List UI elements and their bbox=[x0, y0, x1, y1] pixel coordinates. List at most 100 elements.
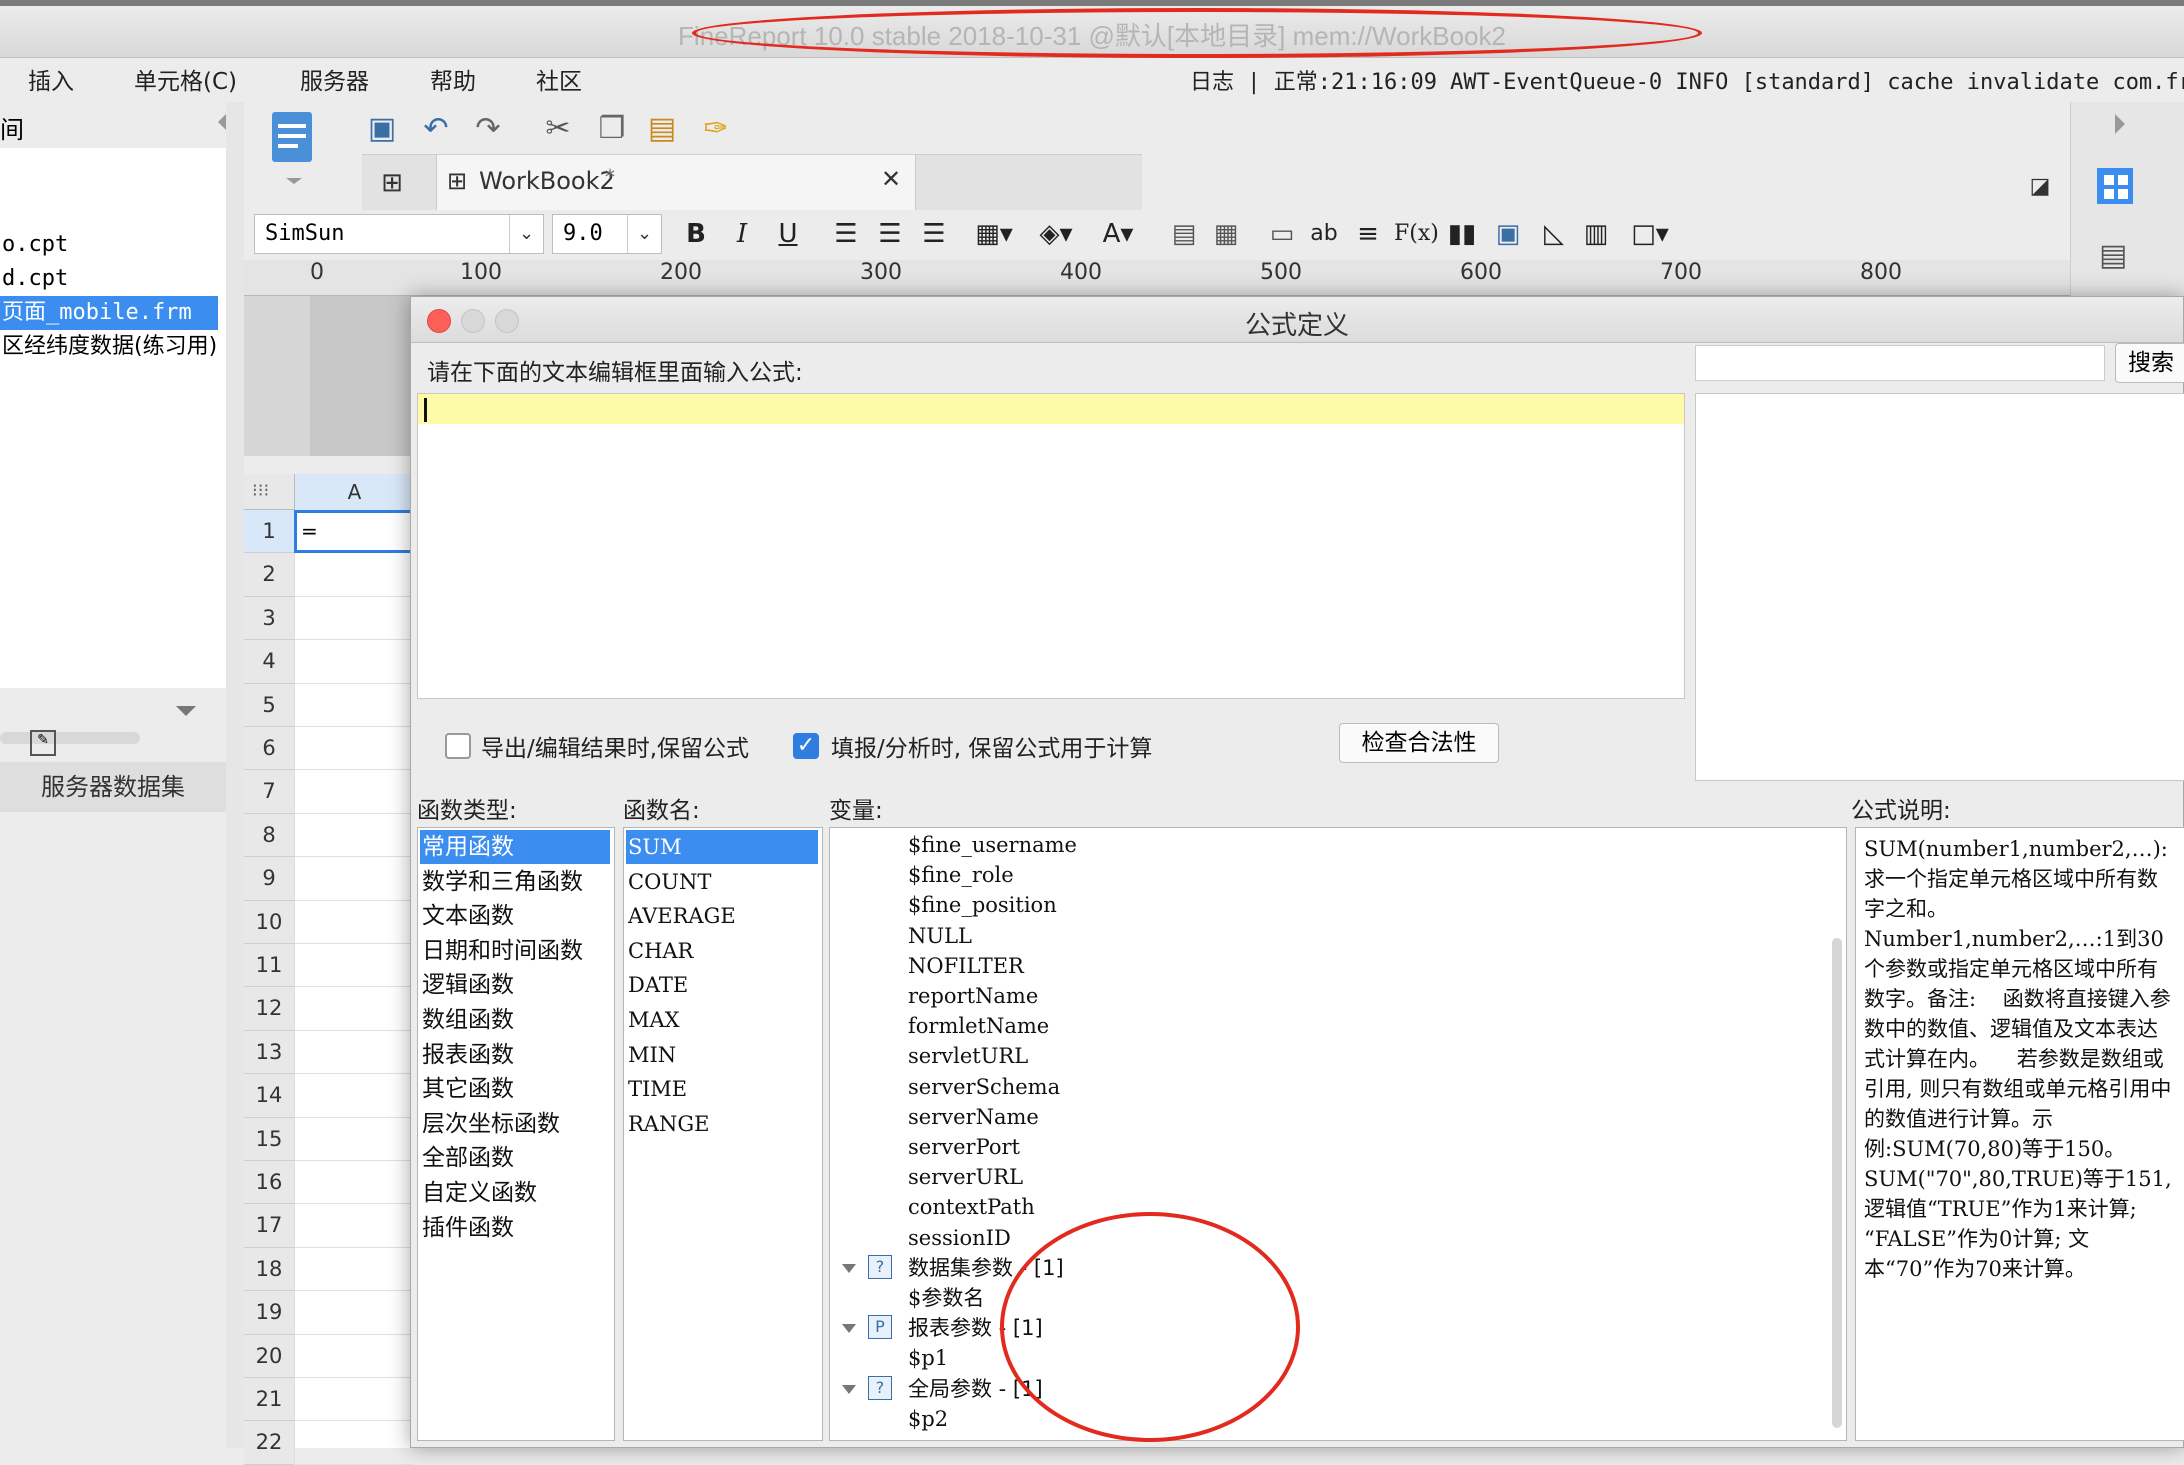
row-header[interactable]: 9 bbox=[244, 857, 294, 901]
cell-attributes-icon[interactable] bbox=[2097, 168, 2133, 204]
func-type-list[interactable]: 常用函数 数学和三角函数 文本函数 日期和时间函数 逻辑函数 数组函数 报表函数 其它函数 层次… bbox=[417, 827, 615, 1441]
paste-icon[interactable]: ▤ bbox=[644, 110, 680, 146]
grid-cell[interactable] bbox=[294, 1334, 414, 1378]
variable-item[interactable]: NOFILTER bbox=[906, 951, 1024, 981]
file-tree-scrollbar[interactable] bbox=[0, 732, 140, 744]
insert-widget-icon[interactable]: ▭ bbox=[1264, 216, 1300, 252]
fill-keep-formula-checkbox[interactable]: ✓ bbox=[793, 733, 819, 759]
func-type-item[interactable]: 日期和时间函数 bbox=[420, 934, 610, 968]
redo-icon[interactable]: ↷ bbox=[470, 110, 506, 146]
merge-cells-icon[interactable]: ▤ bbox=[1166, 216, 1202, 252]
grid-cell[interactable] bbox=[294, 770, 414, 814]
row-header[interactable]: 2 bbox=[244, 553, 294, 597]
cell-a1[interactable]: = bbox=[294, 510, 414, 554]
row-header[interactable]: 22 bbox=[244, 1421, 294, 1465]
new-report-icon[interactable] bbox=[266, 106, 322, 206]
file-item[interactable]: 区经纬度数据(练习用) bbox=[0, 330, 217, 364]
func-name-item[interactable]: CHAR bbox=[626, 934, 818, 968]
row-header[interactable]: 21 bbox=[244, 1378, 294, 1422]
func-name-item[interactable]: RANGE bbox=[626, 1107, 818, 1141]
variable-item[interactable]: $p2 bbox=[906, 1404, 948, 1434]
align-left-icon[interactable]: ☰ bbox=[828, 216, 864, 252]
func-type-item[interactable]: 数组函数 bbox=[420, 1003, 610, 1037]
variable-item[interactable]: servletURL bbox=[906, 1041, 1028, 1071]
grid-cell[interactable] bbox=[294, 1378, 414, 1422]
select-all-icon[interactable]: ⁝⁝⁝ bbox=[252, 480, 269, 501]
column-header-a[interactable]: A bbox=[294, 474, 414, 510]
grid-cell[interactable] bbox=[294, 857, 414, 901]
func-type-item[interactable]: 数学和三角函数 bbox=[420, 865, 610, 899]
panel-divider[interactable] bbox=[226, 102, 244, 1448]
log-status[interactable]: 日志 | 正常:21:16:09 AWT-EventQueue-0 INFO [… bbox=[1190, 64, 2184, 96]
close-tab-icon[interactable]: ✕ bbox=[881, 165, 901, 193]
grid-cell[interactable] bbox=[294, 1204, 414, 1248]
row-header[interactable]: 19 bbox=[244, 1291, 294, 1335]
row-header[interactable]: 7 bbox=[244, 770, 294, 814]
row-header[interactable]: 4 bbox=[244, 640, 294, 684]
func-type-item[interactable]: 常用函数 bbox=[420, 830, 610, 864]
variable-item[interactable]: contextPath bbox=[906, 1192, 1035, 1222]
spreadsheet-grid[interactable]: ⁝⁝⁝ A 1 = 2 3 4 5 6 7 8 9 10 11 12 13 14 15 16 17 18 19 20 21… bbox=[244, 474, 414, 1465]
file-item[interactable]: d.cpt bbox=[0, 262, 68, 296]
row-header[interactable]: 10 bbox=[244, 900, 294, 944]
bold-icon[interactable]: B bbox=[678, 216, 714, 252]
row-header[interactable]: 6 bbox=[244, 727, 294, 771]
insert-formula-icon[interactable]: F(x) bbox=[1394, 216, 1439, 252]
grid-cell[interactable] bbox=[294, 1421, 414, 1465]
grid-cell[interactable] bbox=[294, 1161, 414, 1205]
variable-item[interactable]: serverURL bbox=[906, 1162, 1023, 1192]
collapse-right-icon[interactable] bbox=[2115, 114, 2125, 134]
row-header[interactable]: 13 bbox=[244, 1030, 294, 1075]
grid-cell[interactable] bbox=[294, 727, 414, 771]
grid-cell[interactable] bbox=[294, 596, 414, 641]
insert-subreport-icon[interactable]: ▥ bbox=[1578, 216, 1614, 252]
align-right-icon[interactable]: ☰ bbox=[916, 216, 952, 252]
export-keep-formula-checkbox[interactable] bbox=[445, 733, 471, 759]
func-type-item[interactable]: 报表函数 bbox=[420, 1038, 610, 1072]
row-header[interactable]: 20 bbox=[244, 1334, 294, 1378]
file-item[interactable]: o.cpt bbox=[0, 228, 68, 262]
underline-icon[interactable]: U bbox=[770, 216, 806, 252]
expand-arrow-icon[interactable] bbox=[842, 1384, 856, 1394]
func-name-item[interactable]: MIN bbox=[626, 1038, 818, 1072]
function-search-input[interactable] bbox=[1695, 345, 2105, 381]
align-center-icon[interactable]: ☰ bbox=[872, 216, 908, 252]
menu-cell[interactable]: 单元格(C) bbox=[134, 62, 237, 96]
font-color-icon[interactable]: A▾ bbox=[1092, 216, 1144, 252]
insert-rich-text-icon[interactable]: ≡ bbox=[1350, 216, 1386, 252]
format-painter-icon[interactable]: ✑ bbox=[698, 110, 734, 146]
italic-icon[interactable]: I bbox=[724, 216, 760, 252]
insert-image-icon[interactable]: ▣ bbox=[1490, 216, 1526, 252]
grid-cell[interactable] bbox=[294, 1247, 414, 1292]
func-name-item[interactable]: MAX bbox=[626, 1003, 818, 1037]
copy-icon[interactable]: ❐ bbox=[594, 110, 630, 146]
expand-down-icon[interactable] bbox=[176, 706, 196, 716]
row-header[interactable]: 3 bbox=[244, 596, 294, 641]
func-type-item[interactable]: 自定义函数 bbox=[420, 1176, 610, 1210]
save-icon[interactable]: ▣ bbox=[364, 110, 400, 146]
func-type-item[interactable]: 文本函数 bbox=[420, 899, 610, 933]
search-button[interactable]: 搜索 bbox=[2115, 343, 2184, 383]
variables-scrollbar[interactable] bbox=[1832, 938, 1842, 1428]
func-type-item[interactable]: 全部函数 bbox=[420, 1141, 610, 1175]
menu-server[interactable]: 服务器 bbox=[300, 62, 369, 96]
variable-item[interactable]: serverPort bbox=[906, 1132, 1020, 1162]
menu-insert[interactable]: 插入 bbox=[28, 62, 74, 96]
func-type-item[interactable]: 其它函数 bbox=[420, 1072, 610, 1106]
grid-cell[interactable] bbox=[294, 900, 414, 944]
variable-item[interactable]: formletName bbox=[906, 1011, 1049, 1041]
func-name-item[interactable]: DATE bbox=[626, 968, 818, 1002]
row-header[interactable]: 18 bbox=[244, 1247, 294, 1292]
cell-element-icon[interactable]: □▾ bbox=[1624, 216, 1676, 252]
insert-text-icon[interactable]: ab bbox=[1306, 216, 1342, 252]
grid-cell[interactable] bbox=[294, 1030, 414, 1075]
grid-cell[interactable] bbox=[294, 640, 414, 684]
check-validity-button[interactable]: 检查合法性 bbox=[1339, 723, 1499, 763]
menu-community[interactable]: 社区 bbox=[536, 62, 582, 96]
grid-cell[interactable] bbox=[294, 683, 414, 727]
file-item-selected[interactable]: 页面_mobile.frm bbox=[0, 296, 218, 330]
variable-item[interactable]: $参数名 bbox=[906, 1283, 984, 1313]
variable-item[interactable]: $fine_username bbox=[906, 830, 1077, 860]
grid-cell[interactable] bbox=[294, 553, 414, 597]
grid-cell[interactable] bbox=[294, 987, 414, 1031]
